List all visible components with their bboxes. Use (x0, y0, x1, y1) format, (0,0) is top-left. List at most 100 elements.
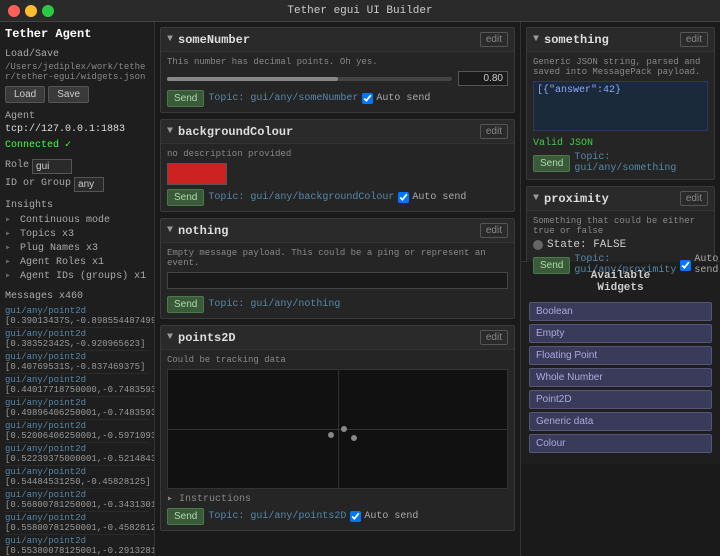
background-colour-send-row: Send Topic: gui/any/backgroundColour Aut… (167, 189, 508, 206)
right-panel-top: ▼ something edit Generic JSON string, pa… (521, 22, 720, 262)
agent-section: Tether Agent (5, 27, 149, 41)
instructions-toggle[interactable]: ▸ Instructions (167, 493, 508, 505)
maximize-button[interactable] (42, 5, 54, 17)
continuous-mode-item[interactable]: ▸ Continuous mode (5, 213, 149, 227)
something-send-button[interactable]: Send (533, 155, 570, 172)
message-topic: gui/any/point2d (5, 329, 86, 339)
message-topic: gui/any/point2d (5, 398, 86, 408)
something-desc: Generic JSON string, parsed and saved in… (533, 57, 708, 77)
nothing-widget: ▼ nothing edit Empty message payload. Th… (160, 218, 515, 319)
load-button[interactable]: Load (5, 86, 45, 103)
colour-swatch[interactable] (167, 163, 227, 185)
some-number-widget: ▼ someNumber edit This number has decima… (160, 27, 515, 113)
some-number-slider[interactable] (167, 77, 452, 81)
slider-fill (167, 77, 338, 81)
collapse-icon: ▼ (533, 193, 539, 204)
message-value: [0.52239375000001,-0.521484375] (5, 454, 155, 464)
widget-type-button[interactable]: Floating Point (529, 346, 712, 365)
expand-icon: ▸ (5, 229, 11, 240)
message-item: gui/any/point2d[0.38352342S,-0.920965623… (5, 328, 149, 351)
message-value: [0.39013437S,-0.898554487499999] (5, 316, 155, 326)
something-title: something (544, 33, 680, 47)
load-save-buttons: Load Save (5, 86, 149, 103)
background-colour-edit-button[interactable]: edit (480, 124, 508, 139)
points2d-auto-send[interactable]: Auto send (350, 511, 418, 522)
minimize-button[interactable] (25, 5, 37, 17)
agent-roles-item[interactable]: ▸ Agent Roles x1 (5, 255, 149, 269)
nothing-send-button[interactable]: Send (167, 296, 204, 313)
close-button[interactable] (8, 5, 20, 17)
points2d-send-button[interactable]: Send (167, 508, 204, 525)
message-item: gui/any/point2d[0.44017718750000,-0.7483… (5, 374, 149, 397)
proximity-auto-send[interactable]: Auto send (680, 254, 718, 276)
something-json-input[interactable]: [{"answer":42} (533, 81, 708, 131)
message-value: [0.55800781250001,-0.45828125] (5, 523, 155, 533)
nothing-edit-button[interactable]: edit (480, 223, 508, 238)
message-item: gui/any/point2d[0.52006406250001,-0.5971… (5, 420, 149, 443)
state-indicator (533, 240, 543, 250)
background-colour-auto-send[interactable]: Auto send (398, 192, 466, 203)
widget-type-button[interactable]: Boolean (529, 302, 712, 321)
message-topic: gui/any/point2d (5, 421, 86, 431)
some-number-desc: This number has decimal points. Oh yes. (167, 57, 508, 67)
message-value: [0.44017718750000,-0.748359374999999] (5, 385, 155, 395)
nothing-desc: Empty message payload. This could be a p… (167, 248, 508, 268)
some-number-input[interactable] (458, 71, 508, 86)
message-item: gui/any/point2d[0.55380078125001,-0.2913… (5, 535, 149, 556)
background-colour-header: ▼ backgroundColour edit (161, 120, 514, 144)
background-colour-send-button[interactable]: Send (167, 189, 204, 206)
proximity-auto-send-checkbox[interactable] (680, 260, 691, 271)
agent-info-section: Agent tcp://127.0.0.1:1883 Connected ✓ (5, 111, 149, 151)
connected-badge: Connected ✓ (5, 139, 149, 151)
agent-ids-label: Agent IDs (groups) x1 (20, 271, 146, 282)
message-topic: gui/any/point2d (5, 536, 86, 546)
expand-icon: ▸ (5, 243, 11, 254)
background-colour-auto-send-label: Auto send (412, 192, 466, 203)
agent-section-title: Agent (5, 111, 149, 122)
app-title: Tether egui UI Builder (287, 5, 432, 17)
something-edit-button[interactable]: edit (680, 32, 708, 47)
proximity-header: ▼ proximity edit (527, 187, 714, 211)
nothing-send-row: Send Topic: gui/any/nothing (167, 296, 508, 313)
widget-type-button[interactable]: Point2D (529, 390, 712, 409)
point-dot (328, 432, 334, 438)
topics-item[interactable]: ▸ Topics x3 (5, 227, 149, 241)
save-button[interactable]: Save (48, 86, 89, 103)
collapse-icon: ▼ (533, 34, 539, 45)
messages-title: Messages x460 (5, 291, 149, 302)
collapse-icon: ▼ (167, 126, 173, 137)
some-number-slider-row (167, 71, 508, 86)
points2d-auto-send-checkbox[interactable] (350, 511, 361, 522)
proximity-edit-button[interactable]: edit (680, 191, 708, 206)
some-number-auto-send-checkbox[interactable] (362, 93, 373, 104)
plug-names-item[interactable]: ▸ Plug Names x3 (5, 241, 149, 255)
points2d-widget: ▼ points2D edit Could be tracking data ▸… (160, 325, 515, 531)
role-input[interactable] (32, 159, 72, 174)
message-item: gui/any/point2d[0.56800781250001,-0.3431… (5, 489, 149, 512)
message-item: gui/any/point2d[0.40769531S,-0.837469375… (5, 351, 149, 374)
insights-section: Insights ▸ Continuous mode ▸ Topics x3 ▸… (5, 200, 149, 283)
something-body: Generic JSON string, parsed and saved in… (527, 52, 714, 179)
expand-icon: ▸ (5, 271, 11, 282)
widget-type-button[interactable]: Generic data (529, 412, 712, 431)
some-number-edit-button[interactable]: edit (480, 32, 508, 47)
proximity-send-button[interactable]: Send (533, 257, 570, 274)
agent-title: Tether Agent (5, 27, 149, 41)
widget-type-button[interactable]: Empty (529, 324, 712, 343)
agent-ids-item[interactable]: ▸ Agent IDs (groups) x1 (5, 269, 149, 283)
message-topic: gui/any/point2d (5, 444, 86, 454)
widget-type-button[interactable]: Whole Number (529, 368, 712, 387)
id-input[interactable] (74, 177, 104, 192)
message-value: [0.38352342S,-0.920965623] (5, 339, 145, 349)
background-colour-auto-send-checkbox[interactable] (398, 192, 409, 203)
role-label: Role (5, 160, 29, 171)
file-path: /Users/jediplex/work/tether/tether-egui/… (5, 62, 149, 82)
nothing-topic: Topic: gui/any/nothing (208, 299, 340, 310)
some-number-auto-send[interactable]: Auto send (362, 93, 430, 104)
nothing-input[interactable] (167, 272, 508, 289)
sidebar: Tether Agent Load/Save /Users/jediplex/w… (0, 22, 155, 556)
widget-type-button[interactable]: Colour (529, 434, 712, 453)
points2d-edit-button[interactable]: edit (480, 330, 508, 345)
some-number-send-button[interactable]: Send (167, 90, 204, 107)
proximity-auto-send-label: Auto send (694, 254, 718, 276)
